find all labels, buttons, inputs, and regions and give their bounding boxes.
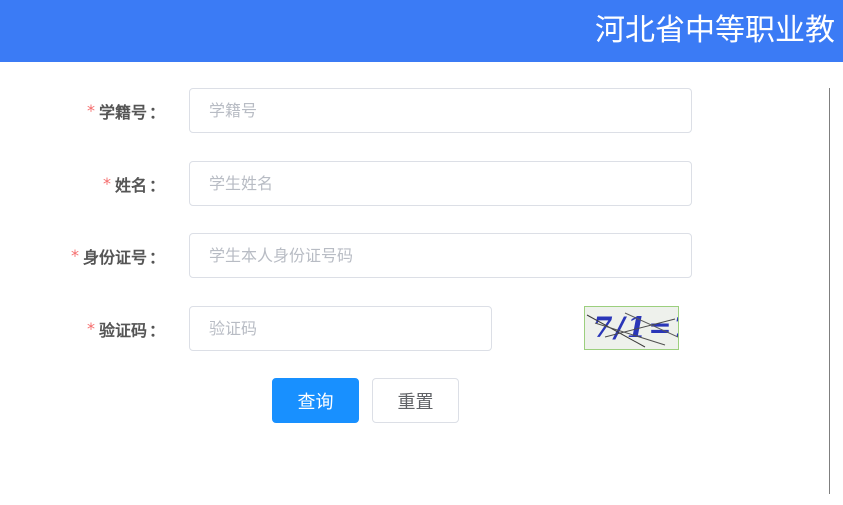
required-mark: *	[70, 246, 79, 265]
captcha-input[interactable]	[189, 306, 492, 351]
captcha-label: * 验证码 ：	[87, 306, 165, 351]
query-button[interactable]: 查询	[272, 378, 359, 423]
required-mark: *	[86, 319, 95, 338]
id-number-label: * 身份证号 ：	[71, 233, 165, 278]
divider-line	[829, 88, 830, 494]
form-row-id-number: * 身份证号 ：	[0, 233, 843, 278]
name-label: * 姓名 ：	[103, 161, 165, 206]
form-row-student-id: * 学籍号 ：	[0, 88, 843, 133]
captcha-noise-lines	[586, 312, 678, 348]
required-mark: *	[86, 101, 95, 120]
label-text: 姓名	[114, 175, 147, 195]
captcha-image[interactable]: 7/1=?	[584, 306, 679, 350]
required-mark: *	[102, 174, 111, 193]
form-actions: 查询 重置	[0, 378, 843, 423]
reset-button[interactable]: 重置	[372, 378, 459, 423]
page-header: 河北省中等职业教	[0, 0, 843, 62]
label-text: 身份证号	[82, 247, 147, 267]
student-id-input[interactable]	[189, 88, 692, 133]
label-text: 验证码	[98, 320, 147, 340]
label-colon: ：	[148, 247, 165, 267]
student-id-label: * 学籍号 ：	[87, 88, 165, 133]
label-colon: ：	[148, 320, 165, 340]
label-text: 学籍号	[98, 102, 147, 122]
page-title: 河北省中等职业教	[595, 13, 835, 48]
form-row-name: * 姓名 ：	[0, 161, 843, 206]
label-colon: ：	[148, 175, 165, 195]
form-row-captcha: * 验证码 ： 7/1=?	[0, 306, 843, 351]
label-colon: ：	[148, 102, 165, 122]
id-number-input[interactable]	[189, 233, 692, 278]
name-input[interactable]	[189, 161, 692, 206]
